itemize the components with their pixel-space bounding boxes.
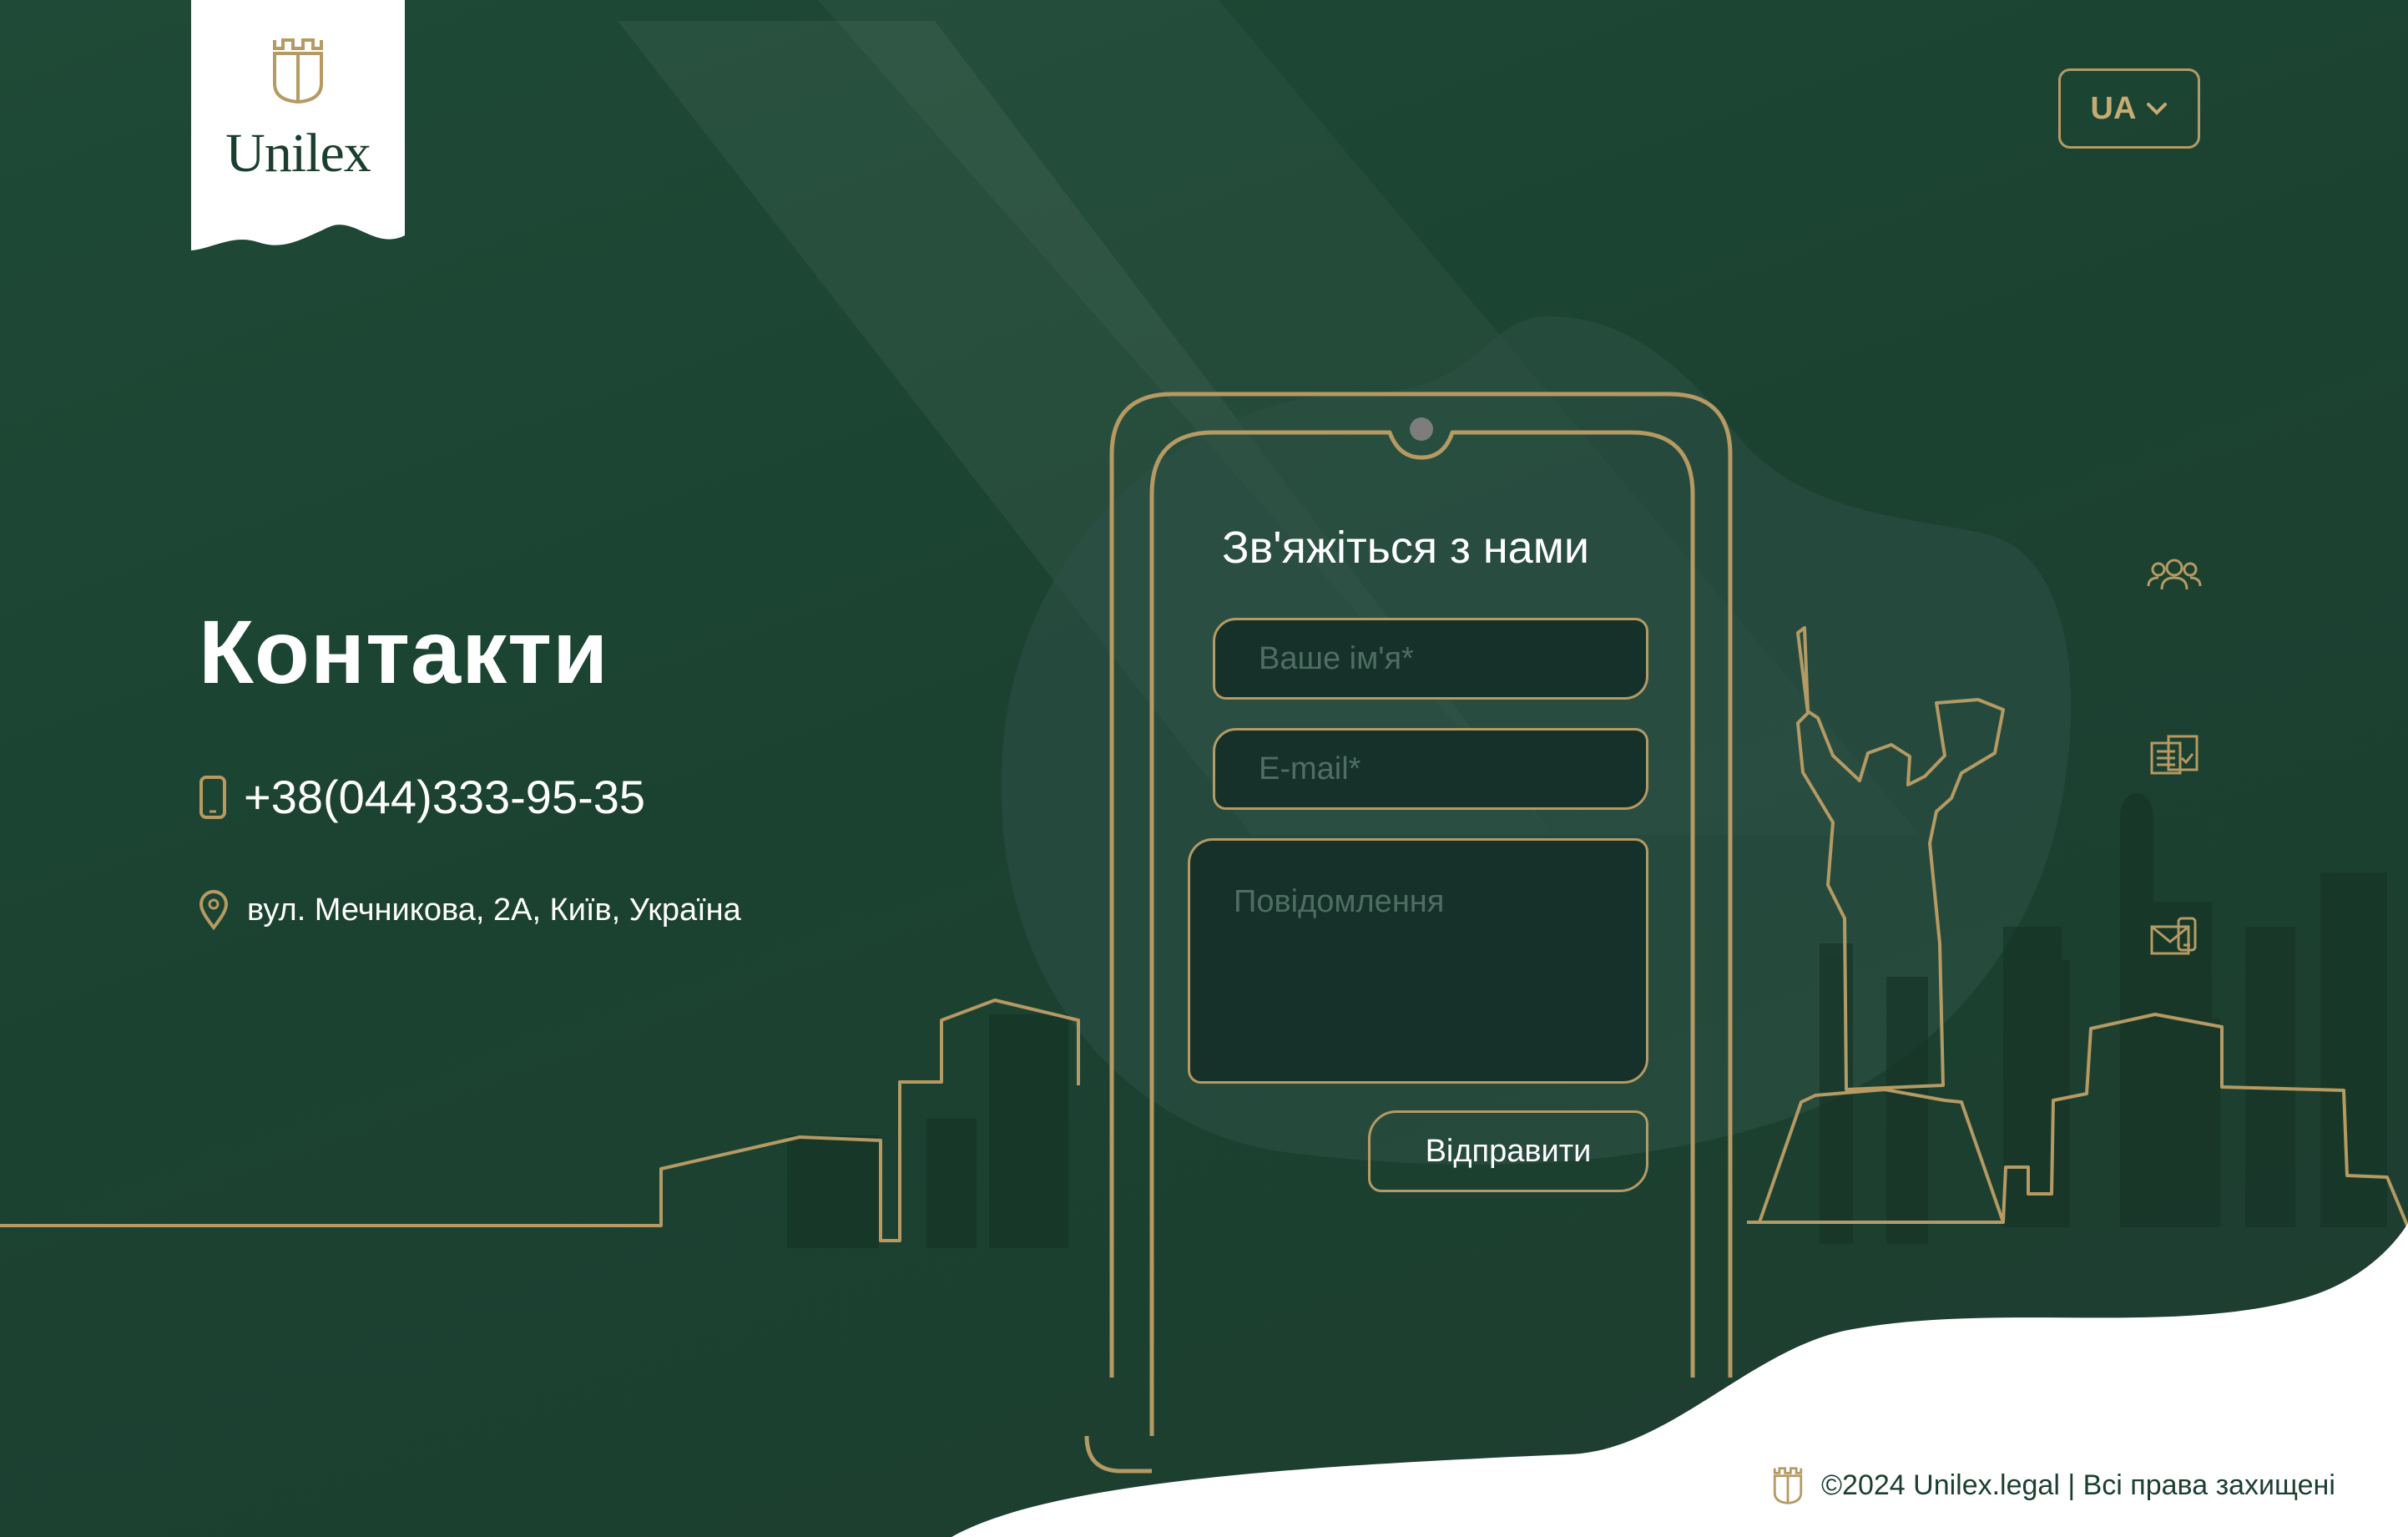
phone-row: +38(044)333-95-35 xyxy=(199,770,645,824)
mobile-phone-icon xyxy=(199,775,226,819)
name-field[interactable] xyxy=(1213,618,1648,700)
side-nav-documents[interactable] xyxy=(2145,731,2204,781)
location-pin-icon xyxy=(199,890,229,930)
logo[interactable]: Unilex xyxy=(191,0,405,250)
footer: ©2024 Unilex.legal | Всі права захищені xyxy=(1773,1466,2335,1504)
castle-logo-icon xyxy=(1773,1467,1803,1504)
message-field[interactable] xyxy=(1188,838,1648,1084)
form-title: Зв'яжіться з нами xyxy=(1222,523,1589,573)
address-row: вул. Мечникова, 2А, Київ, Україна xyxy=(199,890,741,930)
email-field[interactable] xyxy=(1213,728,1648,810)
copyright-text: ©2024 Unilex.legal | Всі права захищені xyxy=(1821,1469,2335,1501)
contact-mail-icon xyxy=(2150,917,2197,955)
documents-icon xyxy=(2150,735,2198,775)
page-title: Контакти xyxy=(199,601,609,702)
side-nav-contacts[interactable] xyxy=(2145,913,2204,963)
side-nav-team[interactable] xyxy=(2145,551,2204,601)
language-code: UA xyxy=(2090,90,2137,126)
contacts-page: Unilex UA Контакти +38(044)333-95-35 вул… xyxy=(0,0,2408,1537)
logo-wordmark: Unilex xyxy=(225,123,371,184)
castle-logo-icon xyxy=(273,38,323,104)
submit-button[interactable]: Відправити xyxy=(1368,1110,1648,1192)
address-text: вул. Мечникова, 2А, Київ, Україна xyxy=(247,892,741,928)
team-icon xyxy=(2147,559,2202,590)
phone-link[interactable]: +38(044)333-95-35 xyxy=(244,770,645,824)
language-selector[interactable]: UA xyxy=(2058,68,2200,149)
chevron-down-icon xyxy=(2147,103,2168,115)
